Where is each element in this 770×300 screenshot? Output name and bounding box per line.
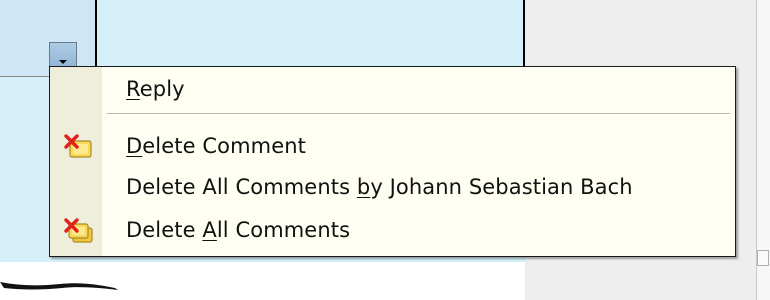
menu-item-reply[interactable]: Reply xyxy=(50,70,735,108)
delete-comment-icon xyxy=(64,134,92,158)
comment-context-menu: Reply Delete Comment Delete All Comments… xyxy=(49,66,736,257)
menu-item-label: Delete All Comments xyxy=(126,218,351,242)
delete-all-comments-icon xyxy=(64,218,93,243)
menu-item-delete-all-comments-by-author[interactable]: Delete All Comments by Johann Sebastian … xyxy=(50,168,735,206)
menu-item-label: Reply xyxy=(126,77,185,101)
menu-item-label: Delete All Comments by Johann Sebastian … xyxy=(126,175,633,199)
menu-separator xyxy=(107,113,730,115)
chevron-down-icon xyxy=(59,60,67,64)
menu-item-delete-comment[interactable]: Delete Comment xyxy=(50,127,735,165)
menu-item-delete-all-comments[interactable]: Delete All Comments xyxy=(50,211,735,249)
menu-item-label: Delete Comment xyxy=(126,134,306,158)
scrollbar-stub[interactable] xyxy=(757,250,769,266)
ink-stroke-drawing xyxy=(0,282,118,290)
